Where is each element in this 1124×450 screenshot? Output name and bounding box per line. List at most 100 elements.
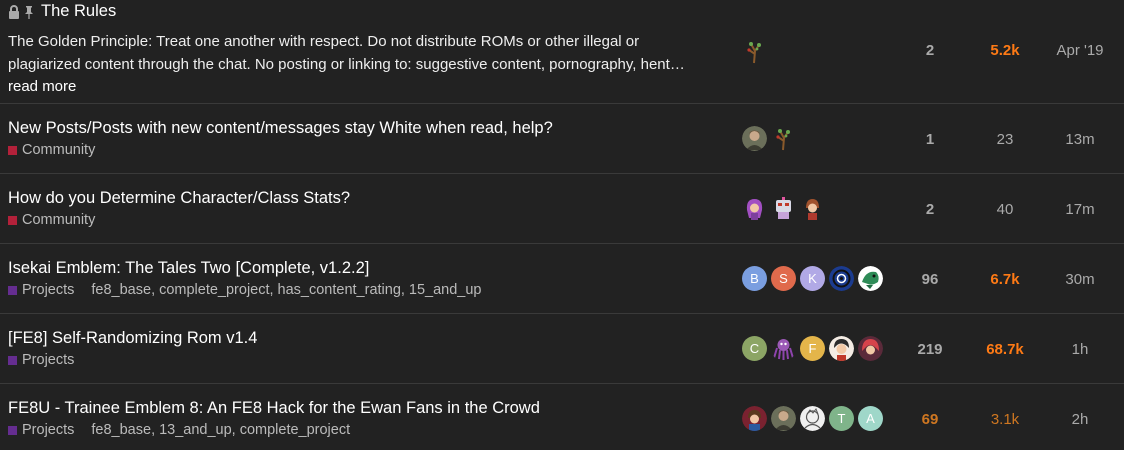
category-badge-projects[interactable]: Projects — [8, 422, 74, 438]
avatar-dark-hair-sprite[interactable] — [829, 336, 854, 361]
topic-row: [FE8] Self-Randomizing Rom v1.4 Projects… — [0, 314, 1124, 384]
posters — [742, 39, 771, 64]
tag-list: fe8_base, 13_and_up, complete_project — [91, 422, 350, 438]
category-name: Community — [22, 142, 96, 158]
topic-meta: Projects — [8, 352, 728, 368]
category-name: Projects — [22, 352, 75, 368]
avatar-target-icon[interactable] — [829, 266, 854, 291]
avatar-photo[interactable] — [771, 406, 796, 431]
read-more-link[interactable]: read more — [8, 78, 76, 95]
avatar-brown-hair-sprite[interactable] — [800, 196, 825, 221]
reply-count[interactable]: 69 — [895, 411, 965, 428]
topic-main: Isekai Emblem: The Tales Two [Complete, … — [8, 244, 728, 298]
avatar-purple-hair-sprite[interactable] — [742, 196, 767, 221]
reply-count[interactable]: 219 — [895, 341, 965, 358]
topic-main: New Posts/Posts with new content/message… — [8, 104, 728, 158]
topic-meta: Projects fe8_base, complete_project, has… — [8, 282, 728, 298]
topic-title[interactable]: Isekai Emblem: The Tales Two [Complete, … — [8, 259, 728, 278]
tag-separator: , — [400, 282, 405, 298]
topic-main: [FE8] Self-Randomizing Rom v1.4 Projects — [8, 314, 728, 368]
topic-meta: Projects fe8_base, 13_and_up, complete_p… — [8, 422, 728, 438]
view-count: 40 — [996, 201, 1014, 218]
tag[interactable]: complete_project — [240, 422, 350, 438]
reply-count[interactable]: 2 — [895, 42, 965, 59]
avatar-dragon-sprite[interactable] — [858, 266, 883, 291]
tag[interactable]: 15_and_up — [409, 282, 482, 298]
reply-count[interactable]: 1 — [895, 131, 965, 148]
activity-time[interactable]: 30m — [1045, 271, 1115, 288]
category-name: Community — [22, 212, 96, 228]
posters: T A — [742, 406, 887, 431]
reply-count[interactable]: 2 — [895, 201, 965, 218]
activity-time[interactable]: 1h — [1045, 341, 1115, 358]
avatar-robot-sprite[interactable] — [771, 196, 796, 221]
topic-list: The Rules The Golden Principle: Treat on… — [0, 0, 1124, 450]
excerpt-text: The Golden Principle: Treat one another … — [8, 33, 685, 73]
topic-row: How do you Determine Character/Class Sta… — [0, 174, 1124, 244]
category-color-square — [8, 285, 17, 295]
tag-list: fe8_base, complete_project, has_content_… — [91, 282, 481, 298]
topic-title[interactable]: How do you Determine Character/Class Sta… — [8, 189, 728, 208]
topic-main: The Rules The Golden Principle: Treat on… — [8, 0, 728, 99]
posters — [742, 126, 800, 151]
topic-main: FE8U - Trainee Emblem 8: An FE8 Hack for… — [8, 384, 728, 438]
category-color-square — [8, 215, 17, 225]
tag[interactable]: fe8_base — [91, 422, 151, 438]
avatar-letter[interactable]: S — [771, 266, 796, 291]
avatar-letter[interactable]: T — [829, 406, 854, 431]
avatar-letter[interactable]: K — [800, 266, 825, 291]
category-color-square — [8, 145, 17, 155]
topic-excerpt: The Golden Principle: Treat one another … — [8, 31, 698, 99]
tag[interactable]: fe8_base — [91, 282, 151, 298]
topic-row-rules: The Rules The Golden Principle: Treat on… — [0, 0, 1124, 104]
topic-title[interactable]: New Posts/Posts with new content/message… — [8, 119, 728, 138]
category-badge-community[interactable]: Community — [8, 142, 95, 158]
view-count: 5.2k — [990, 42, 1020, 59]
topic-row: New Posts/Posts with new content/message… — [0, 104, 1124, 174]
category-badge-projects[interactable]: Projects — [8, 352, 74, 368]
tag-separator: , — [151, 282, 156, 298]
avatar-letter[interactable]: A — [858, 406, 883, 431]
topic-title[interactable]: The Rules — [41, 2, 116, 21]
topic-row: FE8U - Trainee Emblem 8: An FE8 Hack for… — [0, 384, 1124, 450]
tag[interactable]: has_content_rating — [278, 282, 401, 298]
avatar-tree-sprite[interactable] — [771, 126, 796, 151]
view-count: 23 — [996, 131, 1014, 148]
avatar-letter[interactable]: F — [800, 336, 825, 361]
avatar-tree-sprite[interactable] — [742, 39, 767, 64]
category-name: Projects — [22, 422, 75, 438]
avatar-red-hair-sprite[interactable] — [858, 336, 883, 361]
posters: C F — [742, 336, 887, 361]
category-badge-projects[interactable]: Projects — [8, 282, 74, 298]
activity-time[interactable]: 17m — [1045, 201, 1115, 218]
topic-meta: Community — [8, 212, 728, 228]
avatar-letter[interactable]: B — [742, 266, 767, 291]
category-color-square — [8, 425, 17, 435]
view-count: 68.7k — [986, 341, 1024, 358]
activity-time[interactable]: Apr '19 — [1045, 42, 1115, 59]
view-count: 3.1k — [990, 411, 1020, 428]
topic-title[interactable]: [FE8] Self-Randomizing Rom v1.4 — [8, 329, 728, 348]
tag-separator: , — [269, 282, 274, 298]
posters — [742, 196, 829, 221]
tag[interactable]: 13_and_up — [159, 422, 232, 438]
category-name: Projects — [22, 282, 75, 298]
view-count: 6.7k — [990, 271, 1020, 288]
avatar-red-knight-sprite[interactable] — [742, 406, 767, 431]
reply-count[interactable]: 96 — [895, 271, 965, 288]
activity-time[interactable]: 2h — [1045, 411, 1115, 428]
posters: B S K — [742, 266, 887, 291]
topic-title[interactable]: FE8U - Trainee Emblem 8: An FE8 Hack for… — [8, 399, 728, 418]
activity-time[interactable]: 13m — [1045, 131, 1115, 148]
tag[interactable]: complete_project — [159, 282, 269, 298]
avatar-letter[interactable]: C — [742, 336, 767, 361]
category-badge-community[interactable]: Community — [8, 212, 95, 228]
topic-row: Isekai Emblem: The Tales Two [Complete, … — [0, 244, 1124, 314]
tag-separator: , — [151, 422, 156, 438]
pin-icon — [23, 5, 35, 19]
avatar-octopus-sprite[interactable] — [771, 336, 796, 361]
topic-main: How do you Determine Character/Class Sta… — [8, 174, 728, 228]
avatar-sketch-sprite[interactable] — [800, 406, 825, 431]
avatar-photo[interactable] — [742, 126, 767, 151]
topic-meta: Community — [8, 142, 728, 158]
